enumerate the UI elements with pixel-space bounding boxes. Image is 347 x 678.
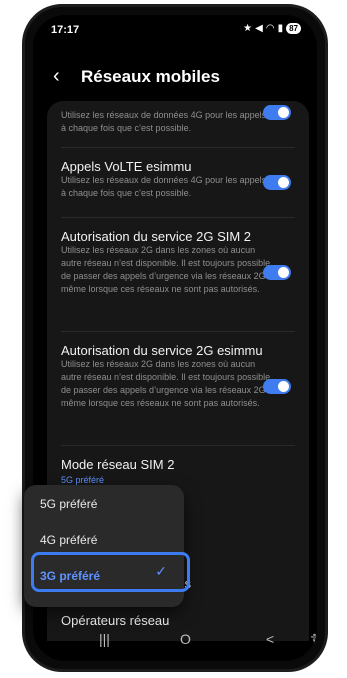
item-description: Utilisez les réseaux 2G dans les zones o… [61, 359, 271, 408]
list-item-top-partial[interactable]: Utilisez les réseaux de données 4G pour … [61, 105, 295, 135]
divider [61, 445, 295, 446]
status-icons: ★ ◀ ◠ ▮ 87 [243, 23, 301, 34]
selection-highlight: ✓ [31, 552, 190, 592]
divider [61, 147, 295, 148]
divider [61, 331, 295, 332]
divider [61, 217, 295, 218]
recent-apps-icon[interactable]: ||| [99, 631, 110, 647]
toggle-switch[interactable] [263, 175, 291, 190]
item-title: Autorisation du service 2G esimmu [61, 343, 263, 358]
toggle-switch[interactable] [263, 379, 291, 394]
dropdown-option-4g[interactable]: 4G préféré [40, 533, 97, 547]
back-icon[interactable]: < [266, 631, 274, 647]
navigation-bar: ||| O < ☦ [33, 621, 317, 661]
back-arrow-icon[interactable]: ‹ [53, 66, 60, 86]
battery-indicator: 87 [286, 23, 301, 34]
item-title: Autorisation du service 2G SIM 2 [61, 229, 252, 244]
mute-icon: ◀ [255, 23, 263, 34]
accessibility-icon[interactable]: ☦ [310, 631, 317, 648]
list-item-sim2-2g[interactable]: Autorisation du service 2G SIM 2 Utilise… [61, 229, 295, 296]
page-title: Réseaux mobiles [81, 67, 220, 86]
wifi-icon: ◠ [265, 23, 275, 34]
status-time: 17:17 [51, 24, 80, 36]
item-description: Utilisez les réseaux de données 4G pour … [61, 110, 267, 133]
list-item-mode-sim2[interactable]: Mode réseau SIM 2 5G préféré [61, 457, 295, 485]
checkmark-icon: ✓ [155, 563, 167, 579]
item-value: 5G préféré [61, 475, 105, 485]
toggle-switch[interactable] [263, 105, 291, 120]
page-header: ‹ Réseaux mobiles [33, 63, 317, 99]
dropdown-option-5g[interactable]: 5G préféré [40, 497, 97, 511]
item-title: Mode réseau SIM 2 [61, 457, 175, 472]
item-title: Appels VoLTE esimmu [61, 159, 192, 174]
home-icon[interactable]: O [180, 631, 191, 647]
list-item-esimmu-2g[interactable]: Autorisation du service 2G esimmu Utilis… [61, 343, 295, 410]
item-description: Utilisez les réseaux de données 4G pour … [61, 175, 267, 198]
item-description: Utilisez les réseaux 2G dans les zones o… [61, 245, 271, 294]
list-item-volte[interactable]: Appels VoLTE esimmu Utilisez les réseaux… [61, 159, 295, 200]
star-icon: ★ [243, 23, 253, 34]
signal-icon: ▮ [277, 23, 284, 34]
toggle-switch[interactable] [263, 265, 291, 280]
status-bar: 17:17 ★ ◀ ◠ ▮ 87 [33, 15, 317, 43]
